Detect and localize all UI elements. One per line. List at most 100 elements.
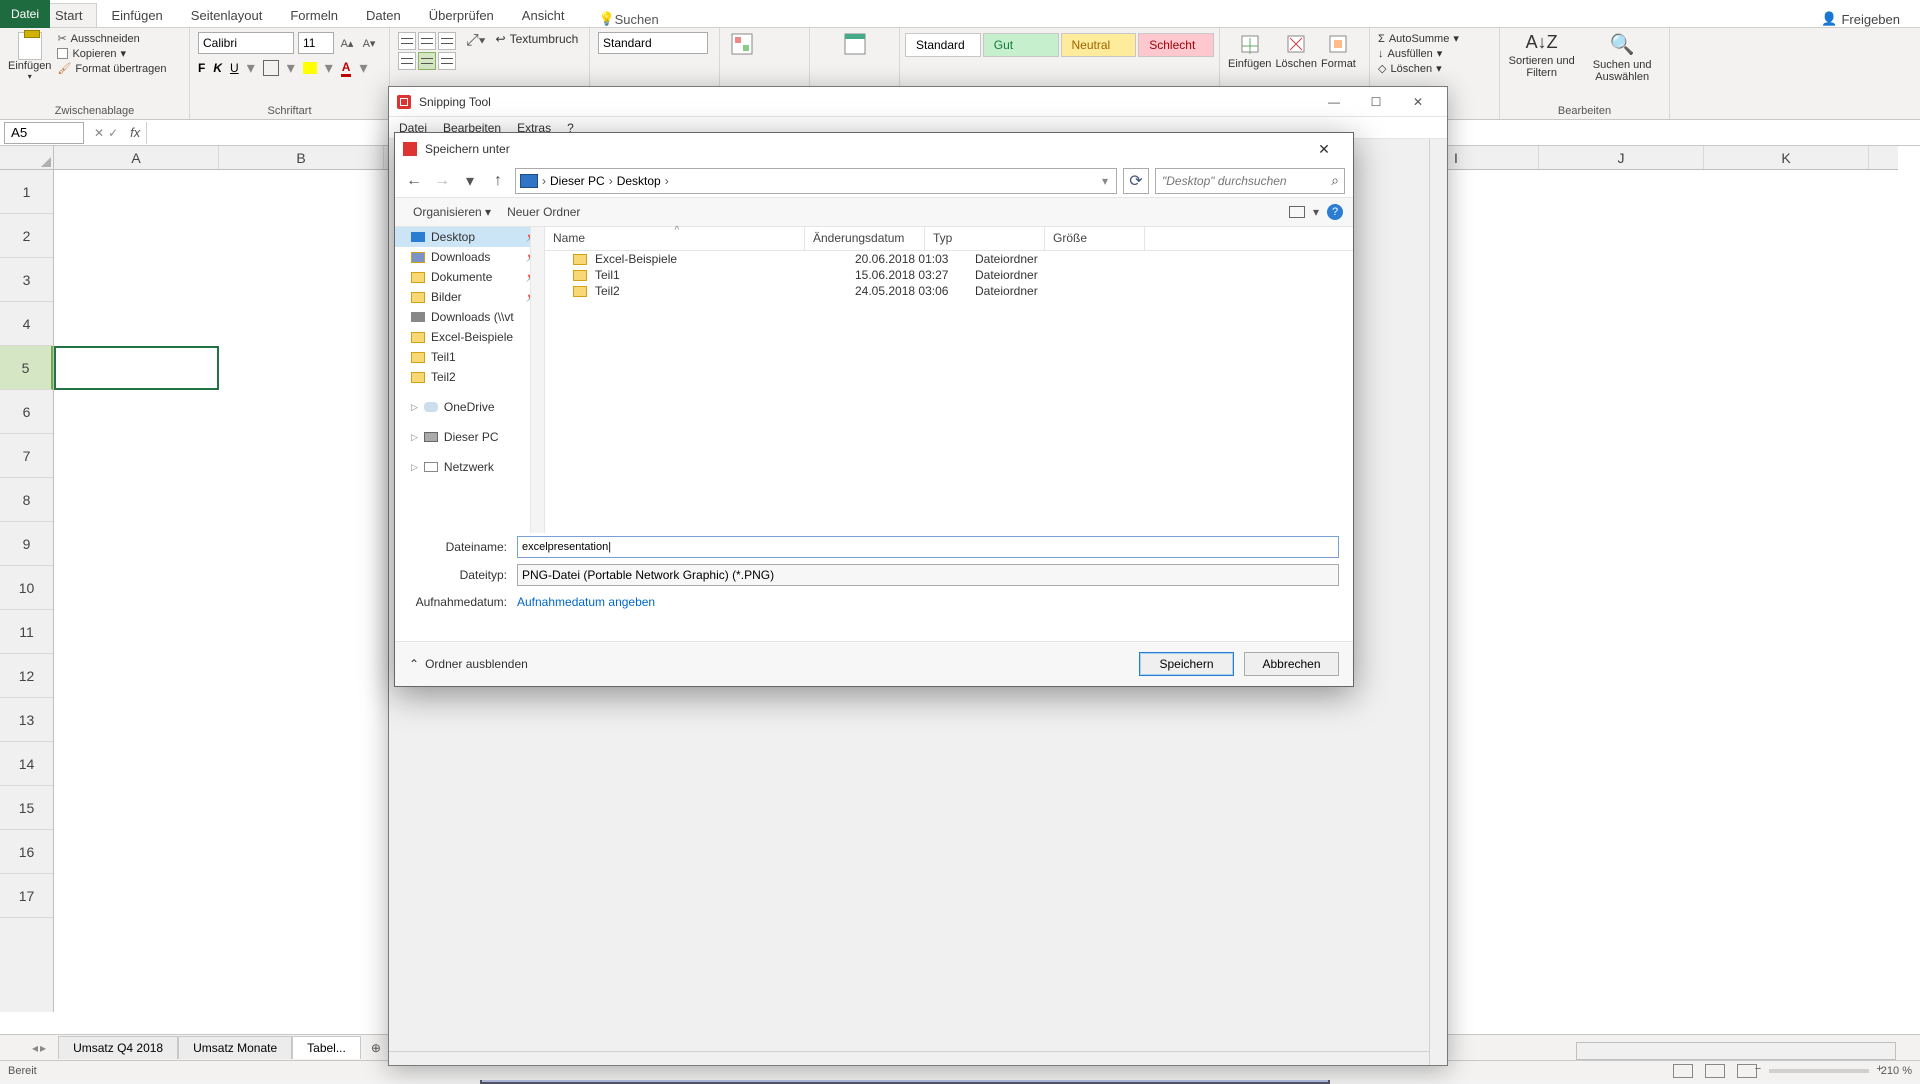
increase-font-button[interactable]: A▴: [338, 33, 356, 53]
filetype-select[interactable]: [517, 564, 1339, 586]
cell-style-normal[interactable]: Standard: [905, 33, 981, 57]
row-header[interactable]: 2: [0, 214, 53, 258]
nav-teil1[interactable]: Teil1: [395, 347, 544, 367]
row-header[interactable]: 15: [0, 786, 53, 830]
format-cells-button[interactable]: Format: [1321, 32, 1356, 70]
conditional-format-button[interactable]: [728, 32, 756, 56]
row-header[interactable]: 5: [0, 346, 53, 390]
tell-me-search[interactable]: 💡 Suchen: [598, 11, 658, 27]
row-header[interactable]: 11: [0, 610, 53, 654]
column-header[interactable]: B: [219, 146, 384, 169]
nav-up-button[interactable]: ↑: [487, 170, 509, 192]
nav-this-pc[interactable]: ▷Dieser PC: [395, 427, 544, 447]
add-sheet-button[interactable]: ⊕: [361, 1037, 391, 1059]
snip-titlebar[interactable]: Snipping Tool — ☐ ✕: [389, 87, 1447, 117]
refresh-button[interactable]: ⟳: [1123, 168, 1149, 194]
col-size[interactable]: Größe: [1045, 227, 1145, 250]
row-headers[interactable]: 1234567891011121314151617: [0, 170, 54, 1012]
col-date[interactable]: Änderungsdatum: [805, 227, 925, 250]
hide-folders-button[interactable]: ⌃Ordner ausblenden: [409, 657, 528, 671]
select-all-corner[interactable]: [0, 146, 54, 170]
cell-style-good[interactable]: Gut: [983, 33, 1059, 57]
page-break-view-button[interactable]: [1737, 1064, 1757, 1078]
filename-input[interactable]: [517, 536, 1339, 558]
row-header[interactable]: 13: [0, 698, 53, 742]
find-select-button[interactable]: 🔍Suchen und Auswählen: [1583, 32, 1661, 83]
nav-excel-bsp[interactable]: Excel-Beispiele: [395, 327, 544, 347]
cut-button[interactable]: ✂Ausschneiden: [57, 32, 166, 45]
view-mode-button[interactable]: [1289, 206, 1305, 218]
font-color-button[interactable]: A: [341, 60, 352, 77]
col-type[interactable]: Typ: [925, 227, 1045, 250]
search-input[interactable]: [1155, 168, 1345, 194]
wrap-text-button[interactable]: ↩Textumbruch: [496, 32, 579, 46]
nav-teil2[interactable]: Teil2: [395, 367, 544, 387]
copy-button[interactable]: Kopieren ▾: [57, 47, 166, 60]
zoom-slider[interactable]: [1769, 1069, 1869, 1073]
row-header[interactable]: 12: [0, 654, 53, 698]
nav-back-button[interactable]: ←: [403, 170, 425, 192]
nav-documents[interactable]: Dokumente📌: [395, 267, 544, 287]
file-column-headers[interactable]: Name Änderungsdatum Typ Größe: [545, 227, 1353, 251]
row-header[interactable]: 10: [0, 566, 53, 610]
insert-cells-button[interactable]: Einfügen: [1228, 32, 1271, 70]
cell-style-neutral[interactable]: Neutral: [1061, 33, 1137, 57]
bold-button[interactable]: F: [198, 61, 205, 75]
zoom-level[interactable]: 210 %: [1881, 1065, 1912, 1077]
tab-insert[interactable]: Einfügen: [97, 4, 176, 27]
file-row[interactable]: Teil1 15.06.2018 03:27 Dateiordner: [545, 267, 1353, 283]
row-header[interactable]: 9: [0, 522, 53, 566]
organize-button[interactable]: Organisieren ▾: [405, 203, 499, 221]
nav-downloads-net[interactable]: Downloads (\\vt: [395, 307, 544, 327]
help-icon[interactable]: ?: [1327, 204, 1343, 220]
tab-view[interactable]: Ansicht: [508, 4, 579, 27]
snip-minimize-button[interactable]: —: [1313, 87, 1355, 117]
new-folder-button[interactable]: Neuer Ordner: [499, 203, 588, 221]
tab-file[interactable]: Datei: [0, 0, 50, 28]
save-dialog-titlebar[interactable]: Speichern unter ✕: [395, 133, 1353, 165]
tab-formulas[interactable]: Formeln: [276, 4, 352, 27]
row-header[interactable]: 14: [0, 742, 53, 786]
column-header[interactable]: A: [54, 146, 219, 169]
clear-button[interactable]: ◇Löschen ▾: [1378, 62, 1491, 75]
tab-review[interactable]: Überprüfen: [415, 4, 508, 27]
nav-pane-scrollbar[interactable]: [530, 227, 544, 533]
file-row[interactable]: Excel-Beispiele 20.06.2018 01:03 Dateior…: [545, 251, 1353, 267]
row-header[interactable]: 3: [0, 258, 53, 302]
italic-button[interactable]: K: [213, 61, 222, 75]
nav-network[interactable]: ▷Netzwerk▾: [395, 457, 544, 477]
nav-forward-button[interactable]: →: [431, 170, 453, 192]
sheet-nav-first[interactable]: ◂: [32, 1041, 38, 1055]
nav-desktop[interactable]: Desktop📌: [395, 227, 544, 247]
orientation-button[interactable]: ⤢▾: [466, 32, 486, 50]
decrease-font-button[interactable]: A▾: [360, 33, 378, 53]
fill-button[interactable]: ↓Ausfüllen ▾: [1378, 47, 1491, 60]
row-header[interactable]: 16: [0, 830, 53, 874]
bc-desktop[interactable]: Desktop: [617, 174, 661, 188]
row-header[interactable]: 6: [0, 390, 53, 434]
tab-data[interactable]: Daten: [352, 4, 415, 27]
underline-button[interactable]: U: [230, 61, 239, 75]
cancel-formula-icon[interactable]: ✕: [94, 126, 104, 140]
format-painter-button[interactable]: 🖌Format übertragen: [57, 62, 166, 75]
cancel-button[interactable]: Abbrechen: [1244, 652, 1339, 676]
font-size-select[interactable]: [298, 32, 334, 54]
save-button[interactable]: Speichern: [1139, 652, 1234, 676]
row-header[interactable]: 4: [0, 302, 53, 346]
page-layout-view-button[interactable]: [1705, 1064, 1725, 1078]
file-list-pane[interactable]: Name Änderungsdatum Typ Größe Excel-Beis…: [545, 227, 1353, 533]
row-header[interactable]: 1: [0, 170, 53, 214]
bc-this-pc[interactable]: Dieser PC: [550, 174, 605, 188]
column-header[interactable]: K: [1704, 146, 1869, 169]
row-header[interactable]: 7: [0, 434, 53, 478]
address-breadcrumb[interactable]: › Dieser PC › Desktop › ▾: [515, 168, 1117, 194]
tab-layout[interactable]: Seitenlayout: [177, 4, 277, 27]
nav-pane[interactable]: Desktop📌 Downloads📌 Dokumente📌 Bilder📌 D…: [395, 227, 545, 533]
border-button[interactable]: [263, 60, 279, 76]
column-header[interactable]: J: [1539, 146, 1704, 169]
fx-icon[interactable]: fx: [124, 125, 146, 140]
snip-maximize-button[interactable]: ☐: [1355, 87, 1397, 117]
paste-button[interactable]: Einfügen ▾: [8, 32, 51, 81]
col-name[interactable]: Name: [545, 227, 805, 250]
alignment-grid[interactable]: [398, 32, 456, 70]
